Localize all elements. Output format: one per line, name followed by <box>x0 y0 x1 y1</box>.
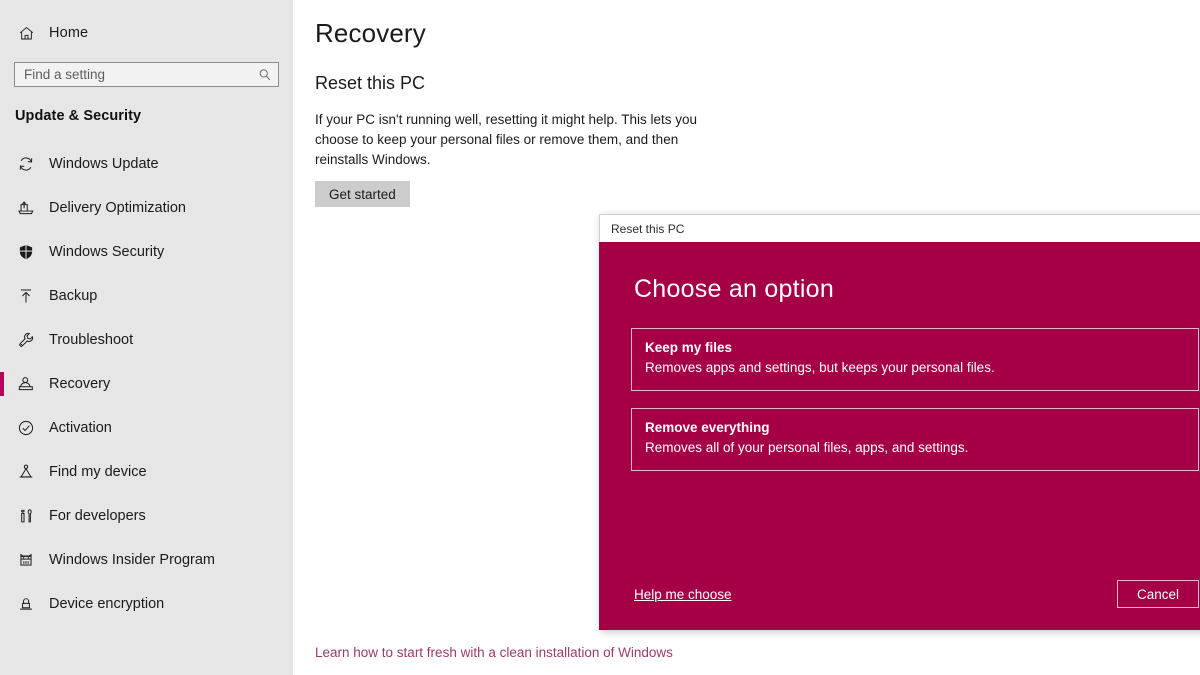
selection-accent <box>0 328 4 352</box>
sidebar-item-label: Find my device <box>49 464 147 480</box>
option-description: Removes apps and settings, but keeps you… <box>645 360 995 375</box>
sidebar-item-activation[interactable]: Activation <box>0 406 293 450</box>
selection-accent <box>0 416 4 440</box>
sidebar-item-windows-insider-program[interactable]: Windows Insider Program <box>0 538 293 582</box>
check-circle-icon <box>15 417 37 439</box>
refresh-icon <box>15 153 37 175</box>
sidebar-item-label: Backup <box>49 288 98 304</box>
get-started-button[interactable]: Get started <box>315 181 410 207</box>
reset-this-pc-dialog: Reset this PC Choose an option Keep my f… <box>599 214 1200 630</box>
reset-description: If your PC isn't running well, resetting… <box>315 112 698 167</box>
selection-accent <box>0 548 4 572</box>
sidebar: Home Update & Security <box>0 0 293 675</box>
sidebar-item-label: Windows Insider Program <box>49 552 215 568</box>
sidebar-item-for-developers[interactable]: For developers <box>0 494 293 538</box>
search-input[interactable] <box>24 64 257 85</box>
sidebar-item-windows-update[interactable]: Windows Update <box>0 142 293 186</box>
sidebar-item-label: Troubleshoot <box>49 332 134 348</box>
option-keep-my-files[interactable]: Keep my files Removes apps and settings,… <box>631 328 1199 391</box>
locate-device-icon <box>15 461 37 483</box>
selection-accent <box>0 460 4 484</box>
sidebar-item-label: Delivery Optimization <box>49 200 186 216</box>
shield-icon <box>15 241 37 263</box>
cancel-button[interactable]: Cancel <box>1117 580 1199 608</box>
selection-accent <box>0 284 4 308</box>
dialog-heading: Choose an option <box>634 275 834 303</box>
help-me-choose-link[interactable]: Help me choose <box>631 587 732 602</box>
sidebar-item-label: Recovery <box>49 376 111 392</box>
sidebar-item-label: Activation <box>49 420 112 436</box>
search-box[interactable] <box>14 62 279 87</box>
delivery-icon <box>15 197 37 219</box>
sidebar-item-backup[interactable]: Backup <box>0 274 293 318</box>
sidebar-home-label: Home <box>49 25 89 41</box>
sidebar-nav: Windows Update Delivery Optimization Win… <box>0 142 293 626</box>
selection-accent <box>0 372 4 396</box>
search-icon[interactable] <box>257 67 272 82</box>
sidebar-item-home[interactable]: Home <box>0 16 293 50</box>
page-title: Recovery <box>315 18 426 48</box>
main-content: Recovery Reset this PC If your PC isn't … <box>293 0 1200 675</box>
selection-accent <box>0 592 4 616</box>
option-title: Remove everything <box>645 420 770 435</box>
learn-clean-install-link[interactable]: Learn how to start fresh with a clean in… <box>315 645 673 660</box>
sidebar-item-find-my-device[interactable]: Find my device <box>0 450 293 494</box>
dialog-options-list: Keep my files Removes apps and settings,… <box>631 328 1199 488</box>
option-title: Keep my files <box>645 340 733 355</box>
sidebar-item-recovery[interactable]: Recovery <box>0 362 293 406</box>
home-icon <box>15 22 37 44</box>
sidebar-item-delivery-optimization[interactable]: Delivery Optimization <box>0 186 293 230</box>
sidebar-item-troubleshoot[interactable]: Troubleshoot <box>0 318 293 362</box>
wrench-icon <box>15 329 37 351</box>
option-remove-everything[interactable]: Remove everything Removes all of your pe… <box>631 408 1199 471</box>
dialog-title: Reset this PC <box>611 221 685 236</box>
selection-accent <box>0 504 4 528</box>
sidebar-item-windows-security[interactable]: Windows Security <box>0 230 293 274</box>
sidebar-item-label: Device encryption <box>49 596 165 612</box>
option-description: Removes all of your personal files, apps… <box>645 440 969 455</box>
section-title-reset-this-pc: Reset this PC <box>315 73 426 93</box>
dialog-body: Choose an option Keep my files Removes a… <box>599 242 1200 630</box>
sidebar-section-header: Update & Security <box>15 108 142 124</box>
insider-ninjacat-icon <box>15 549 37 571</box>
upload-arrow-icon <box>15 285 37 307</box>
sidebar-item-label: Windows Update <box>49 156 159 172</box>
sidebar-item-device-encryption[interactable]: Device encryption <box>0 582 293 626</box>
settings-window: Home Update & Security <box>0 0 1200 675</box>
tools-icon <box>15 505 37 527</box>
selection-accent <box>0 196 4 220</box>
sidebar-item-label: For developers <box>49 508 146 524</box>
selection-accent <box>0 240 4 264</box>
lock-icon <box>15 593 37 615</box>
sidebar-item-label: Windows Security <box>49 244 165 260</box>
dialog-titlebar: Reset this PC <box>599 214 1200 242</box>
recovery-icon <box>15 373 37 395</box>
dialog-footer: Help me choose Cancel <box>631 580 1199 608</box>
selection-accent <box>0 152 4 176</box>
